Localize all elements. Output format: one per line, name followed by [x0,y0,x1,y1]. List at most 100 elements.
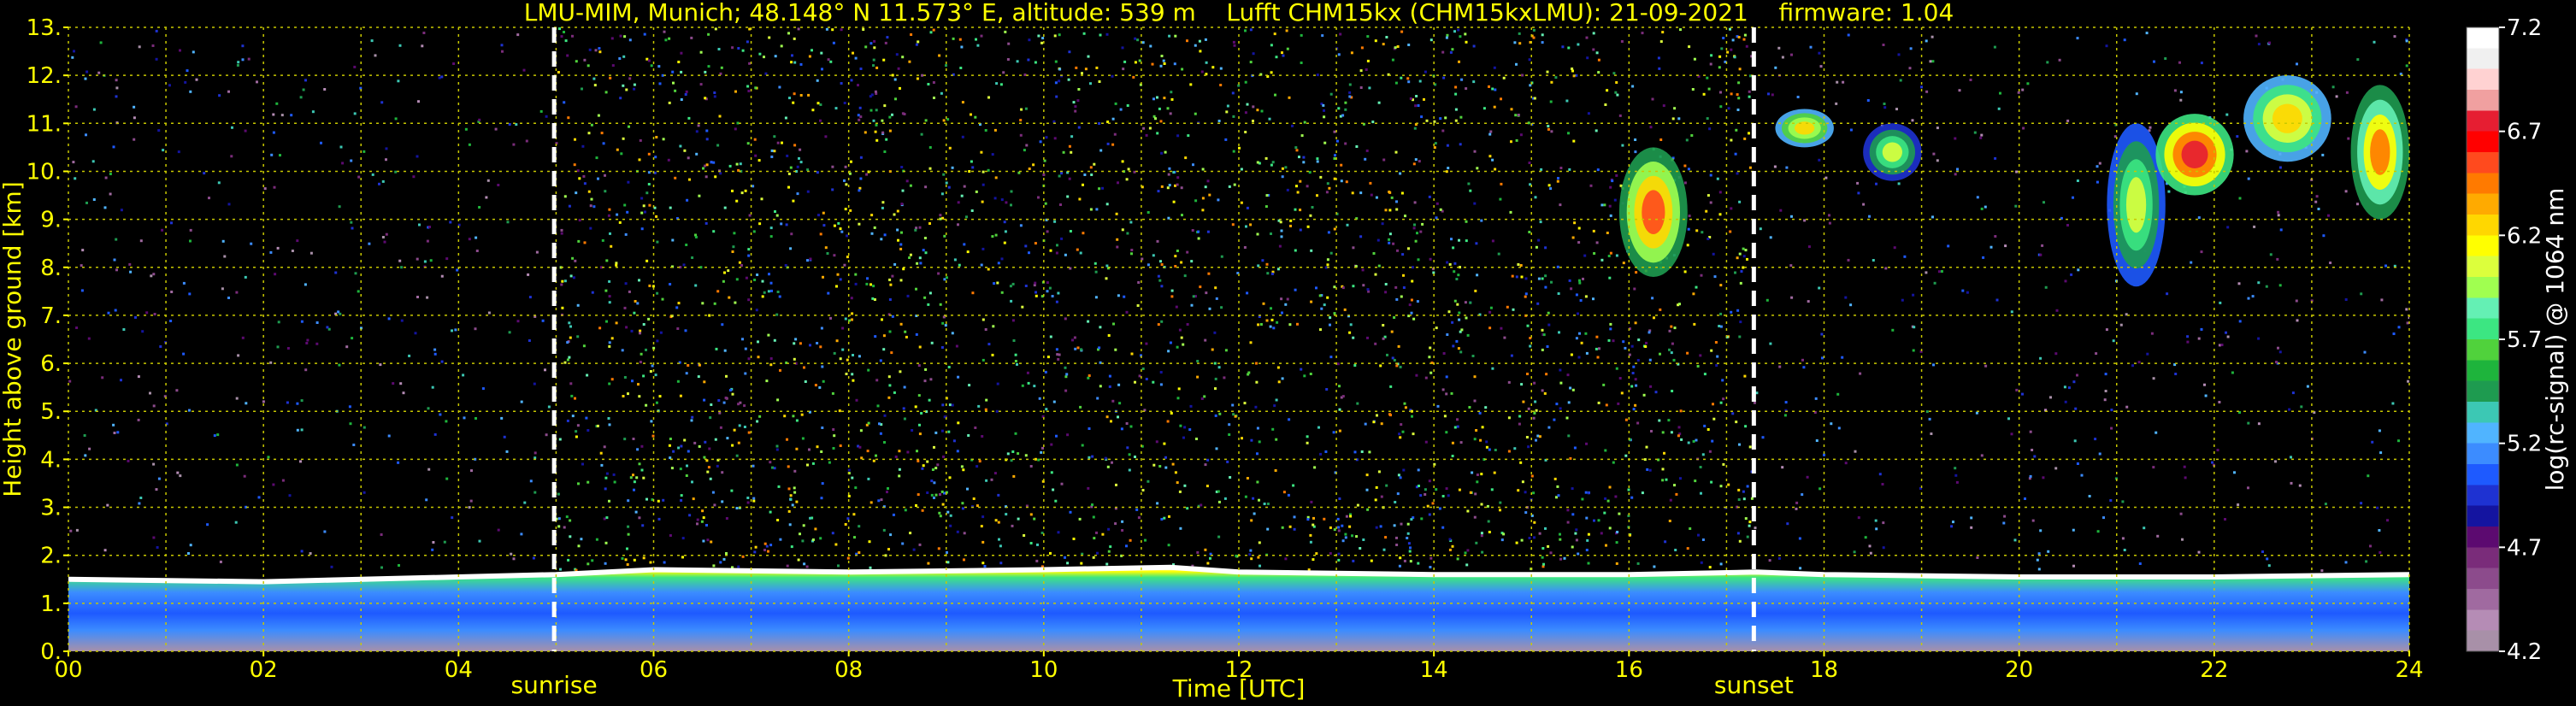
noise-speck [1615,541,1618,544]
noise-speck [1123,295,1126,298]
noise-speck [1401,430,1405,433]
noise-speck [619,34,622,38]
noise-speck [1163,442,1166,445]
noise-speck [1744,249,1748,252]
plot-area [68,27,2409,651]
noise-speck [421,44,424,48]
noise-speck [938,54,941,57]
noise-speck [816,445,819,449]
noise-speck [1429,38,1433,42]
noise-speck [917,364,921,368]
noise-speck [186,69,189,73]
noise-speck [323,530,327,533]
noise-speck [189,239,192,243]
noise-speck [1510,108,1513,111]
noise-speck [1012,474,1016,478]
noise-speck [1481,550,1484,554]
noise-speck [568,356,571,359]
noise-speck [955,344,958,348]
noise-speck [575,435,578,438]
noise-speck [933,497,935,499]
noise-speck [315,342,319,345]
noise-speck [1738,539,1742,543]
noise-speck [654,156,657,159]
noise-speck [583,241,587,244]
noise-speck [1114,102,1117,105]
noise-speck [1308,171,1312,174]
noise-speck [1033,517,1036,521]
noise-speck [1179,424,1182,427]
noise-speck [763,291,766,294]
noise-speck [300,320,304,323]
noise-speck [669,534,672,537]
noise-speck [844,165,847,168]
noise-speck [634,510,638,514]
noise-speck [872,119,875,122]
noise-speck [306,338,309,342]
noise-speck [1316,74,1319,77]
noise-speck [1029,542,1033,544]
noise-speck [575,60,578,63]
noise-speck [203,172,206,175]
noise-speck [371,173,374,176]
noise-speck [776,519,780,521]
noise-speck [840,230,844,233]
noise-speck [1353,364,1357,367]
noise-speck [1453,30,1456,33]
noise-speck [708,314,711,317]
noise-speck [1160,285,1164,288]
noise-speck [1615,562,1618,565]
noise-speck [707,65,710,68]
noise-speck [236,63,239,67]
noise-speck [1465,87,1468,91]
noise-speck [179,474,182,478]
noise-speck [872,64,875,68]
noise-speck [1932,152,1936,156]
noise-speck [1388,209,1392,212]
noise-speck [1286,47,1289,50]
noise-speck [1736,109,1740,111]
y-tick-label: 1. [40,591,62,617]
noise-speck [2247,421,2250,425]
noise-speck [1472,44,1476,48]
noise-speck [1344,142,1347,145]
cloud-patch [2181,140,2208,169]
noise-speck [932,28,935,32]
noise-speck [712,564,716,568]
noise-speck [909,532,912,535]
noise-speck [1970,516,1973,520]
noise-speck [569,274,573,278]
noise-speck [1445,392,1448,396]
noise-speck [622,84,625,87]
noise-speck [1441,495,1445,497]
noise-speck [1257,556,1260,559]
noise-speck [1392,242,1395,245]
noise-speck [650,64,653,68]
noise-speck [917,459,920,462]
noise-speck [218,94,221,97]
noise-speck [1050,471,1053,474]
noise-speck [1550,280,1553,284]
noise-speck [719,426,722,429]
noise-speck [610,378,614,381]
noise-speck [1414,104,1418,108]
noise-speck [1245,225,1247,228]
noise-speck [1130,252,1133,256]
noise-speck [752,499,756,503]
noise-speck [1180,186,1183,190]
noise-speck [1110,420,1112,423]
noise-speck [833,224,836,227]
noise-speck [2268,41,2271,44]
noise-speck [1034,242,1037,245]
noise-speck [416,155,419,158]
noise-speck [735,507,739,509]
noise-speck [1037,34,1040,38]
noise-speck [1407,542,1411,545]
noise-speck [1183,274,1187,278]
noise-speck [1058,68,1062,71]
x-axis-label: Time [UTC] [1172,674,1306,703]
noise-speck [1566,521,1570,524]
noise-speck [1375,485,1378,489]
noise-speck [1377,264,1381,268]
noise-speck [1244,495,1247,498]
